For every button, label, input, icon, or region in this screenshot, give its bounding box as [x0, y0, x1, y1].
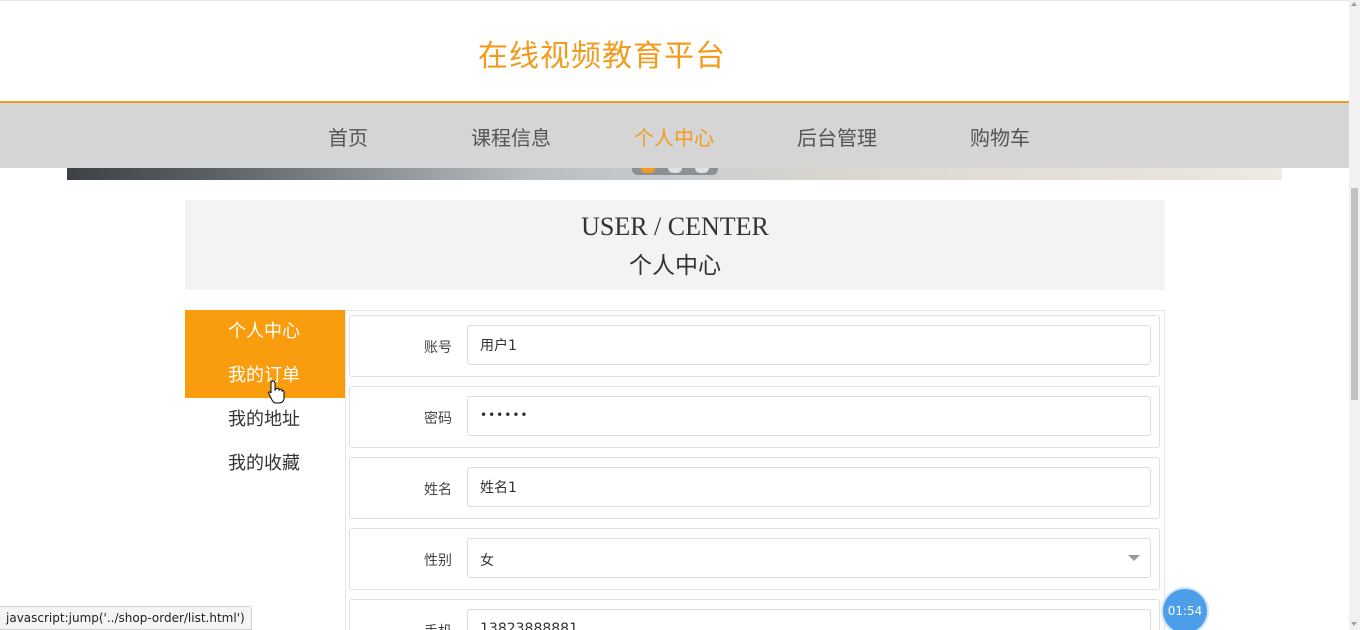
password-label: 密码: [424, 411, 452, 427]
page-scrollbar[interactable]: [1349, 0, 1360, 630]
nav-item-admin[interactable]: 后台管理: [797, 122, 877, 151]
section-title-en: USER / CENTER: [581, 212, 769, 241]
password-input[interactable]: ••••••: [467, 396, 1151, 436]
timer-badge[interactable]: 01:54: [1163, 589, 1207, 630]
name-label: 姓名: [424, 482, 452, 498]
section-heading: USER / CENTER 个人中心: [185, 200, 1165, 290]
scroll-up-icon[interactable]: [1351, 2, 1357, 6]
form-row-password: 密码 ••••••: [349, 386, 1160, 448]
gender-select[interactable]: 女: [467, 538, 1151, 578]
sidebar-item-my-address[interactable]: 我的地址: [185, 398, 345, 442]
form-row-name: 姓名: [349, 457, 1160, 519]
phone-input[interactable]: [467, 609, 1151, 630]
sidebar-item-my-favorites[interactable]: 我的收藏: [185, 442, 345, 486]
nav-item-cart[interactable]: 购物车: [970, 122, 1030, 151]
site-header: 在线视频教育平台: [0, 0, 1349, 103]
page: 在线视频教育平台 首页 课程信息 个人中心 后台管理 购物车 USER / CE…: [0, 0, 1360, 630]
phone-label: 手机: [424, 621, 452, 630]
nav-item-home[interactable]: 首页: [328, 122, 368, 151]
name-input[interactable]: [467, 467, 1151, 507]
site-title[interactable]: 在线视频教育平台: [478, 31, 726, 75]
gender-value: 女: [480, 553, 494, 569]
hand-cursor-icon: [268, 380, 285, 404]
section-title-cn: 个人中心: [629, 253, 721, 279]
sidebar-item-user-center[interactable]: 个人中心: [185, 310, 345, 354]
scroll-thumb[interactable]: [1351, 188, 1358, 400]
link-status-bar: javascript:jump('../shop-order/list.html…: [0, 606, 252, 630]
main-nav: 首页 课程信息 个人中心 后台管理 购物车: [0, 103, 1349, 168]
account-label: 账号: [424, 340, 452, 356]
password-value: ••••••: [480, 408, 529, 422]
chevron-down-icon: [1128, 555, 1140, 561]
nav-item-user-center[interactable]: 个人中心: [634, 122, 714, 151]
scroll-down-icon[interactable]: [1351, 622, 1357, 626]
user-sidebar: 个人中心 我的订单 我的地址 我的收藏: [185, 310, 346, 630]
form-row-phone: 手机: [349, 599, 1160, 630]
form-row-gender: 性别 女: [349, 528, 1160, 590]
sidebar-item-my-orders[interactable]: 我的订单: [185, 354, 345, 398]
nav-item-courses[interactable]: 课程信息: [471, 122, 551, 151]
gender-label: 性别: [424, 553, 452, 569]
form-row-account: 账号: [349, 315, 1160, 377]
account-input[interactable]: [467, 325, 1151, 365]
